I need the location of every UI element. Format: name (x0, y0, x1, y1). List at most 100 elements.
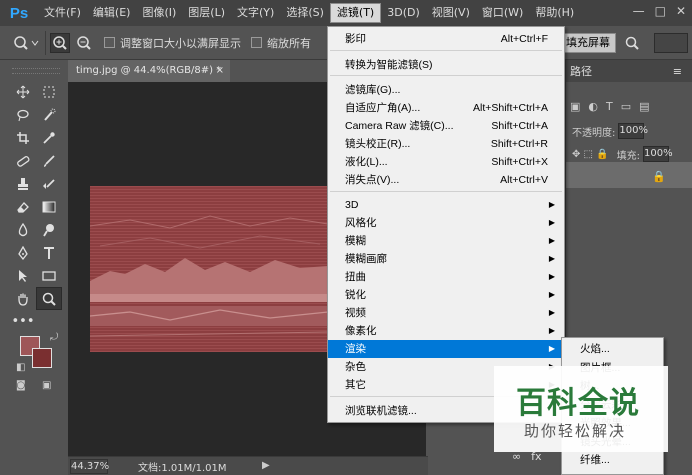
zoom-all-option[interactable]: 缩放所有 (251, 35, 311, 51)
filter-menu-item[interactable]: 消失点(V)... Alt+Ctrl+V (328, 171, 564, 189)
filter-menu-item[interactable]: 影印 Alt+Ctrl+F (328, 30, 564, 48)
filter-menu-item-shortcut: Alt+Ctrl+V (500, 174, 548, 186)
menu-filter[interactable]: 滤镜(T) (329, 3, 382, 23)
filter-menu-item[interactable]: 液化(L)... Shift+Ctrl+X (328, 153, 564, 171)
filter-menu-item[interactable]: 模糊 ▶ (328, 232, 564, 250)
blur-tool[interactable] (10, 218, 36, 241)
dodge-icon (43, 223, 54, 236)
menu-view[interactable]: 视图(V) (426, 0, 476, 26)
filter-menu-item[interactable]: Camera Raw 滤镜(C)... Shift+Ctrl+A (328, 117, 564, 135)
tab-paths[interactable]: 路径 (566, 63, 596, 79)
resize-windows-checkbox[interactable] (104, 37, 115, 48)
canvas-image[interactable] (90, 186, 328, 352)
shape-filter-icon[interactable]: ▭ (621, 100, 631, 113)
menu-layer[interactable]: 图层(L) (182, 0, 231, 26)
render-submenu-item[interactable]: 火焰... (562, 340, 663, 358)
adjustment-filter-icon[interactable]: ◐ (588, 100, 598, 113)
image-filter-icon[interactable]: ▣ (570, 100, 580, 113)
filter-menu-item[interactable]: 自适应广角(A)... Alt+Shift+Ctrl+A (328, 99, 564, 117)
document-tab[interactable]: timg.jpg @ 44.4%(RGB/8#) * × (68, 60, 230, 82)
fill-field[interactable]: 100% (643, 146, 673, 162)
minimize-button[interactable]: — (633, 4, 645, 18)
background-layer-row[interactable] (566, 162, 692, 188)
arrow-cursor-icon (19, 269, 27, 282)
render-submenu-item[interactable]: 纤维... (562, 451, 663, 469)
filter-menu-item[interactable]: 视频 ▶ (328, 304, 564, 322)
menu-image[interactable]: 图像(I) (136, 0, 182, 26)
crop-tool[interactable] (10, 126, 36, 149)
resize-windows-option[interactable]: 调整窗口大小以满屏显示 (104, 35, 241, 51)
menu-select[interactable]: 选择(S) (280, 0, 330, 26)
filter-menu-item[interactable]: 模糊画廊 ▶ (328, 250, 564, 268)
status-menu-arrow-icon[interactable]: ▶ (262, 460, 270, 471)
filter-menu-item[interactable]: 扭曲 ▶ (328, 268, 564, 286)
filter-menu-item[interactable]: 3D ▶ (328, 196, 564, 214)
smart-filter-icon[interactable]: ▤ (639, 100, 649, 113)
workspace-switcher[interactable] (654, 33, 688, 53)
pen-tool[interactable] (10, 241, 36, 264)
move-tool[interactable] (10, 80, 36, 103)
path-select-tool[interactable] (10, 264, 36, 287)
eraser-tool[interactable] (10, 195, 36, 218)
type-filter-icon[interactable]: T (606, 100, 613, 113)
screen-mode-icon[interactable]: ▣ (42, 380, 51, 391)
zoom-in-button[interactable] (50, 32, 70, 53)
menu-3d[interactable]: 3D(D) (381, 0, 426, 26)
menu-help[interactable]: 帮助(H) (529, 0, 580, 26)
eyedropper-tool[interactable] (36, 126, 62, 149)
filter-menu-item-label: 浏览联机滤镜... (345, 405, 417, 417)
quick-select-tool[interactable] (36, 103, 62, 126)
swap-colors-icon[interactable]: ⤾ (50, 332, 58, 343)
zoom-tool[interactable] (36, 287, 62, 310)
hand-tool[interactable] (10, 287, 36, 310)
brush-tool[interactable] (36, 149, 62, 172)
filter-menu-item[interactable]: 像素化 ▶ (328, 322, 564, 340)
filter-menu-item[interactable]: 镜头校正(R)... Shift+Ctrl+R (328, 135, 564, 153)
filter-menu-item-label: 自适应广角(A)... (345, 102, 421, 114)
submenu-arrow-icon: ▶ (548, 254, 555, 263)
clone-stamp-tool[interactable] (10, 172, 36, 195)
filter-menu-item[interactable]: 转换为智能滤镜(S) (328, 56, 564, 74)
tool-preset-picker[interactable] (6, 30, 46, 55)
filter-menu-item[interactable]: 滤镜库(G)... (328, 81, 564, 99)
gradient-tool[interactable] (36, 195, 62, 218)
zoom-all-checkbox[interactable] (251, 37, 262, 48)
search-button[interactable] (620, 33, 644, 53)
close-tab-icon[interactable]: × (216, 60, 224, 82)
filter-menu-item-label: 视频 (345, 307, 366, 319)
close-button[interactable]: ✕ (676, 4, 686, 18)
opacity-field[interactable]: 100% (618, 123, 648, 139)
zoom-level-field[interactable]: 44.37% (70, 458, 109, 474)
fill-screen-button[interactable]: 填充屏幕 (560, 33, 616, 53)
filter-menu-item[interactable]: 渲染 ▶ (328, 340, 564, 358)
default-colors-icon[interactable]: ◧ (16, 362, 25, 373)
menu-file[interactable]: 文件(F) (38, 0, 87, 26)
window-controls: — □ ✕ (633, 4, 686, 18)
menu-type[interactable]: 文字(Y) (231, 0, 280, 26)
zoom-out-button[interactable] (74, 33, 94, 53)
magnifier-icon (42, 292, 56, 306)
lasso-tool[interactable] (10, 103, 36, 126)
filter-menu-item[interactable]: 锐化 ▶ (328, 286, 564, 304)
more-tools[interactable]: ••• (10, 310, 36, 333)
eraser-icon (17, 201, 29, 213)
dodge-tool[interactable] (36, 218, 62, 241)
healing-brush-tool[interactable] (10, 149, 36, 172)
filter-menu-item[interactable]: 风格化 ▶ (328, 214, 564, 232)
quick-mask-icon[interactable]: ◙ (16, 380, 26, 391)
marquee-tool[interactable] (36, 80, 62, 103)
history-brush-tool[interactable] (36, 172, 62, 195)
filter-menu-item-label: 影印 (345, 33, 366, 45)
background-color-swatch[interactable] (32, 348, 52, 368)
panel-menu-icon[interactable]: ≡ (673, 65, 682, 78)
menu-edit[interactable]: 编辑(E) (87, 0, 137, 26)
filter-menu-item-shortcut: Alt+Shift+Ctrl+A (473, 102, 548, 114)
menu-window[interactable]: 窗口(W) (476, 0, 529, 26)
rectangle-tool[interactable] (36, 264, 62, 287)
watermark: 百科全说 助你轻松解决 (494, 366, 668, 452)
lock-icons[interactable]: ✥ ⬚ 🔒 (572, 149, 609, 160)
type-tool[interactable] (36, 241, 62, 264)
zoom-in-icon (53, 35, 67, 50)
maximize-button[interactable]: □ (655, 4, 666, 18)
toolbox-grip[interactable] (12, 68, 60, 74)
